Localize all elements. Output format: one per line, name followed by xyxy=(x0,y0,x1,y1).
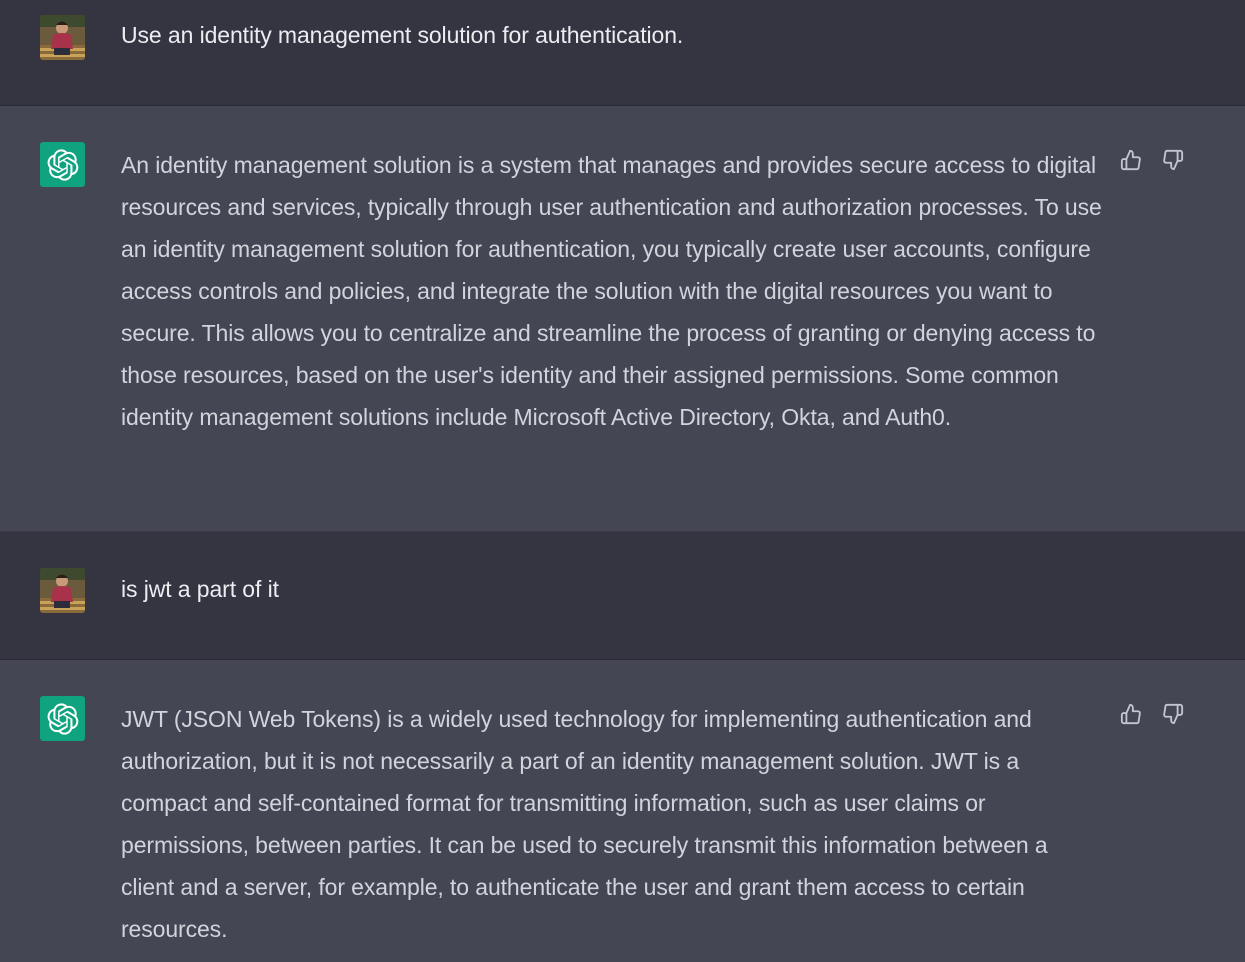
message-text: JWT (JSON Web Tokens) is a widely used t… xyxy=(121,706,1048,942)
message-text: is jwt a part of it xyxy=(121,576,279,602)
thumbs-down-button[interactable] xyxy=(1161,148,1185,172)
feedback-buttons xyxy=(1119,148,1185,172)
thumbs-down-icon xyxy=(1163,703,1184,725)
message-text: An identity management solution is a sys… xyxy=(121,152,1102,430)
user-avatar xyxy=(40,15,85,60)
thumbs-up-button[interactable] xyxy=(1119,148,1143,172)
assistant-avatar xyxy=(40,142,85,187)
assistant-message: JWT (JSON Web Tokens) is a widely used t… xyxy=(0,660,1245,962)
assistant-avatar xyxy=(40,696,85,741)
thumbs-up-button[interactable] xyxy=(1119,702,1143,726)
chat-thread: Use an identity management solution for … xyxy=(0,0,1245,962)
openai-logo-icon xyxy=(47,148,78,181)
feedback-buttons xyxy=(1119,702,1185,726)
thumbs-down-button[interactable] xyxy=(1161,702,1185,726)
openai-logo-icon xyxy=(47,702,78,735)
thumbs-down-icon xyxy=(1163,149,1184,171)
thumbs-up-icon xyxy=(1120,149,1141,171)
user-message: is jwt a part of it xyxy=(0,532,1245,660)
user-message: Use an identity management solution for … xyxy=(0,0,1245,106)
user-avatar xyxy=(40,568,85,613)
assistant-message: An identity management solution is a sys… xyxy=(0,106,1245,532)
thumbs-up-icon xyxy=(1120,703,1141,725)
message-text: Use an identity management solution for … xyxy=(121,22,684,48)
